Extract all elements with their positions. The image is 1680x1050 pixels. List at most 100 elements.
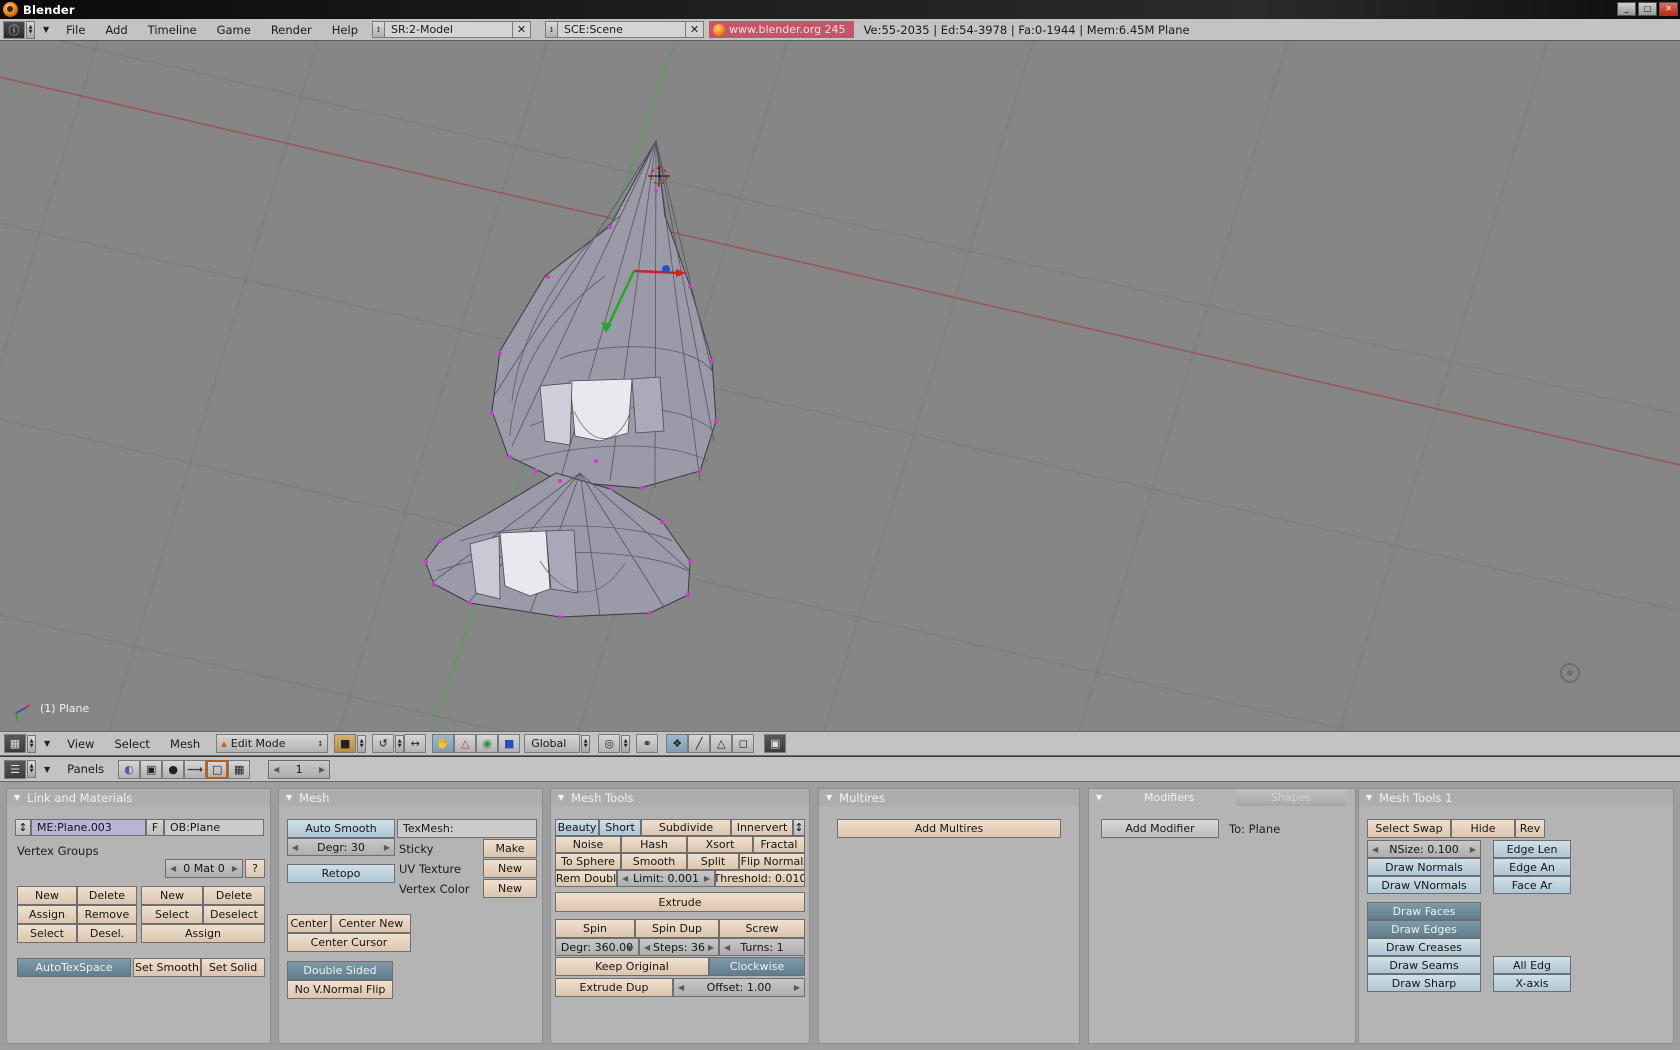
add-modifier-button[interactable]: Add Modifier bbox=[1101, 819, 1219, 838]
mat-next-icon[interactable]: ▶ bbox=[232, 864, 238, 873]
x-axis-mirror-button[interactable]: X-axis bbox=[1493, 974, 1571, 992]
vg-select-button[interactable]: Select bbox=[17, 924, 77, 943]
collapse-triangle-icon[interactable]: ▼ bbox=[558, 793, 564, 802]
world-icon[interactable]: ● bbox=[162, 760, 184, 779]
mat-prev-icon[interactable]: ◀ bbox=[170, 864, 176, 873]
3d-viewport[interactable]: (1) Plane bbox=[0, 41, 1680, 731]
view3d-type-spinner[interactable]: ▲▼ bbox=[27, 735, 36, 753]
collapse-triangle-icon[interactable]: ▼ bbox=[286, 793, 292, 802]
scene-selector[interactable]: ↕ SCE:Scene ✕ bbox=[545, 21, 704, 38]
collapse-triangle-icon[interactable]: ▼ bbox=[1366, 793, 1372, 802]
mat-deselect-button[interactable]: Deselect bbox=[203, 905, 265, 924]
chevron-down-icon[interactable]: ▼ bbox=[43, 25, 49, 34]
rem-doubl-button[interactable]: Rem Doubl bbox=[555, 870, 617, 887]
noise-button[interactable]: Noise bbox=[555, 836, 621, 853]
minimize-button[interactable]: _ bbox=[1617, 2, 1636, 16]
draw-edges-button[interactable]: Draw Edges bbox=[1367, 920, 1481, 938]
add-multires-button[interactable]: Add Multires bbox=[837, 819, 1061, 838]
scene-delete-button[interactable]: ✕ bbox=[686, 21, 704, 38]
draw-faces-button[interactable]: Draw Faces bbox=[1367, 902, 1481, 920]
hash-button[interactable]: Hash bbox=[621, 836, 687, 853]
draw-sharp-button[interactable]: Draw Sharp bbox=[1367, 974, 1481, 992]
panel-header-multires[interactable]: ▼ Multires bbox=[819, 789, 1079, 806]
mat-select-button[interactable]: Select bbox=[141, 905, 203, 924]
draw-normals-button[interactable]: Draw Normals bbox=[1367, 858, 1481, 876]
mode-selector[interactable]: ▴ Edit Mode ↕ bbox=[216, 734, 328, 753]
texmesh-field[interactable]: TexMesh: bbox=[397, 819, 537, 838]
object-icon[interactable]: ▣ bbox=[140, 760, 162, 779]
draw-creases-button[interactable]: Draw Creases bbox=[1367, 938, 1481, 956]
double-sided-button[interactable]: Double Sided bbox=[287, 961, 393, 980]
menu-timeline[interactable]: Timeline bbox=[138, 23, 207, 37]
menu-render[interactable]: Render bbox=[261, 23, 322, 37]
offset-prev-icon[interactable]: ◀ bbox=[678, 983, 684, 992]
solid-shading-icon[interactable]: ■ bbox=[334, 734, 356, 753]
pivot-selector[interactable]: Global bbox=[524, 734, 580, 753]
panel-header-mesh-tools-1[interactable]: ▼ Mesh Tools 1 bbox=[1359, 789, 1673, 806]
limit-next-icon[interactable]: ▶ bbox=[704, 874, 710, 883]
scene-spinner-icon[interactable]: ↕ bbox=[545, 21, 558, 38]
manip-spinner[interactable]: ▲▼ bbox=[395, 735, 404, 753]
occlude-icon[interactable]: ■ bbox=[498, 734, 520, 753]
mesh-browse-icon[interactable]: ↕ bbox=[15, 819, 31, 836]
physics-icon[interactable]: ⟿ bbox=[184, 760, 206, 779]
innervert-button[interactable]: Innervert bbox=[731, 819, 793, 836]
edge-length-button[interactable]: Edge Len bbox=[1493, 840, 1571, 858]
close-button[interactable]: ✕ bbox=[1659, 2, 1678, 16]
buttons-type-spinner[interactable]: ▲▼ bbox=[27, 760, 36, 778]
vg-assign-button[interactable]: Assign bbox=[17, 905, 77, 924]
center-button[interactable]: Center bbox=[287, 914, 331, 933]
menu-add[interactable]: Add bbox=[95, 23, 137, 37]
material-index-stepper[interactable]: ◀ 0 Mat 0 ▶ bbox=[165, 859, 243, 878]
threshold-field[interactable]: Threshold: 0.010 bbox=[715, 870, 805, 887]
render-window-icon[interactable]: ▣ bbox=[764, 734, 786, 753]
menu-select[interactable]: Select bbox=[104, 737, 159, 751]
hide-button[interactable]: Hide bbox=[1451, 819, 1515, 838]
screw-button[interactable]: Screw bbox=[719, 919, 805, 938]
vg-new-button[interactable]: New bbox=[17, 886, 77, 905]
vg-remove-button[interactable]: Remove bbox=[77, 905, 137, 924]
scale-icon[interactable]: ↔ bbox=[404, 734, 426, 753]
layer-a-icon[interactable]: ❖ bbox=[666, 734, 688, 753]
viewport-rotation-widget[interactable] bbox=[1560, 663, 1580, 683]
short-button[interactable]: Short bbox=[599, 819, 641, 836]
smooth-button[interactable]: Smooth bbox=[621, 853, 687, 870]
vertex-color-new-button[interactable]: New bbox=[483, 879, 537, 898]
spin-degr-stepper[interactable]: Degr: 360.00 ▶ bbox=[555, 938, 639, 956]
pivot-spinner[interactable]: ▲▼ bbox=[581, 735, 590, 753]
sticky-make-button[interactable]: Make bbox=[483, 839, 537, 858]
degr-next-icon[interactable]: ▶ bbox=[384, 843, 390, 852]
nsize-stepper[interactable]: ◀ NSize: 0.100 ▶ bbox=[1367, 840, 1481, 858]
vertex-select-icon[interactable]: ✋ bbox=[432, 734, 454, 753]
menu-file[interactable]: File bbox=[56, 23, 95, 37]
auto-smooth-button[interactable]: Auto Smooth bbox=[287, 819, 395, 838]
panel-header-mesh-tools[interactable]: ▼ Mesh Tools bbox=[551, 789, 809, 806]
scene-name[interactable]: SCE:Scene bbox=[558, 21, 686, 38]
fake-user-button[interactable]: F bbox=[146, 819, 164, 836]
collapse-triangle-icon[interactable]: ▼ bbox=[826, 793, 832, 802]
screen-name[interactable]: SR:2-Model bbox=[385, 21, 513, 38]
xsort-button[interactable]: Xsort bbox=[687, 836, 753, 853]
face-select-icon[interactable]: ◉ bbox=[476, 734, 498, 753]
set-solid-button[interactable]: Set Solid bbox=[201, 958, 265, 977]
draw-vnormals-button[interactable]: Draw VNormals bbox=[1367, 876, 1481, 894]
fractal-button[interactable]: Fractal bbox=[753, 836, 805, 853]
screen-spinner-icon[interactable]: ↕ bbox=[372, 21, 385, 38]
object-name-field[interactable]: OB:Plane bbox=[164, 819, 264, 836]
editing-icon[interactable]: □ bbox=[206, 760, 228, 779]
uv-texture-new-button[interactable]: New bbox=[483, 859, 537, 878]
center-cursor-button[interactable]: Center Cursor bbox=[287, 933, 411, 952]
screen-selector[interactable]: ↕ SR:2-Model ✕ bbox=[372, 21, 531, 38]
to-sphere-button[interactable]: To Sphere bbox=[555, 853, 621, 870]
subdivide-button[interactable]: Subdivide bbox=[641, 819, 731, 836]
all-edges-button[interactable]: All Edg bbox=[1493, 956, 1571, 974]
mesh-name-field[interactable]: ME:Plane.003 bbox=[31, 819, 146, 836]
menu-help[interactable]: Help bbox=[322, 23, 368, 37]
mat-assign-button[interactable]: Assign bbox=[141, 924, 265, 943]
shading-icon[interactable]: ◐ bbox=[118, 760, 140, 779]
layer-d-icon[interactable]: ◻ bbox=[732, 734, 754, 753]
menu-game[interactable]: Game bbox=[207, 23, 261, 37]
vg-deselect-button[interactable]: Desel. bbox=[77, 924, 137, 943]
mat-delete-button[interactable]: Delete bbox=[203, 886, 265, 905]
no-vnormal-flip-button[interactable]: No V.Normal Flip bbox=[287, 980, 393, 999]
